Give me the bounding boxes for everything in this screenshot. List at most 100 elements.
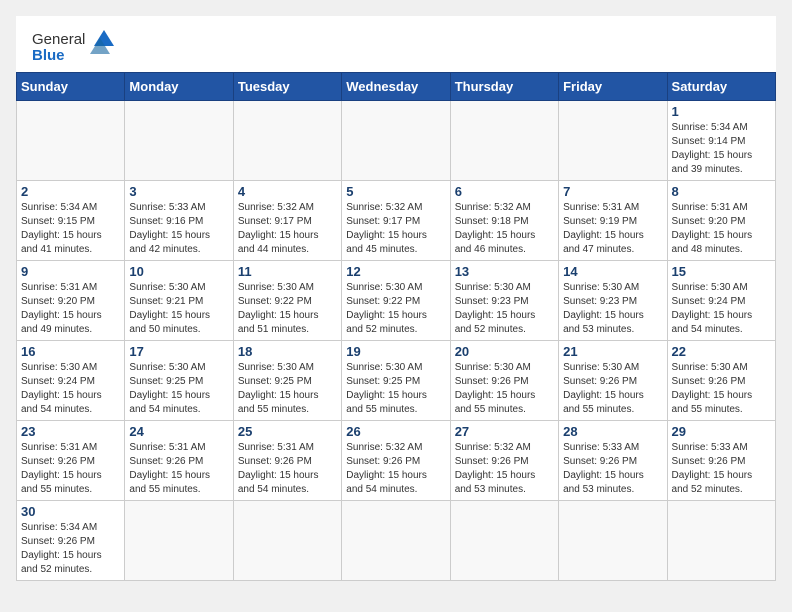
header: General Blue xyxy=(16,16,776,72)
weekday-header-friday: Friday xyxy=(559,73,667,101)
calendar-cell: 14Sunrise: 5:30 AM Sunset: 9:23 PM Dayli… xyxy=(559,261,667,341)
day-info: Sunrise: 5:30 AM Sunset: 9:26 PM Dayligh… xyxy=(672,361,771,417)
day-info: Sunrise: 5:31 AM Sunset: 9:26 PM Dayligh… xyxy=(238,441,337,497)
day-number: 6 xyxy=(455,184,554,199)
calendar-cell xyxy=(125,501,233,581)
day-info: Sunrise: 5:31 AM Sunset: 9:26 PM Dayligh… xyxy=(129,441,228,497)
day-number: 15 xyxy=(672,264,771,279)
day-info: Sunrise: 5:30 AM Sunset: 9:25 PM Dayligh… xyxy=(238,361,337,417)
calendar-cell: 3Sunrise: 5:33 AM Sunset: 9:16 PM Daylig… xyxy=(125,181,233,261)
day-number: 13 xyxy=(455,264,554,279)
day-info: Sunrise: 5:32 AM Sunset: 9:17 PM Dayligh… xyxy=(238,201,337,257)
calendar-table: SundayMondayTuesdayWednesdayThursdayFrid… xyxy=(16,72,776,581)
day-info: Sunrise: 5:30 AM Sunset: 9:25 PM Dayligh… xyxy=(346,361,445,417)
day-number: 18 xyxy=(238,344,337,359)
calendar-cell: 11 Sunrise: 5:30 AM Sunset: 9:22 PM Dayli… xyxy=(233,261,341,341)
day-number: 23 xyxy=(21,424,120,439)
week-row-4: 16Sunrise: 5:30 AM Sunset: 9:24 PM Dayli… xyxy=(17,341,776,421)
day-info: Sunrise: 5:33 AM Sunset: 9:26 PM Dayligh… xyxy=(563,441,662,497)
day-number: 9 xyxy=(21,264,120,279)
day-number: 17 xyxy=(129,344,228,359)
day-number: 11 xyxy=(238,264,337,279)
day-number: 26 xyxy=(346,424,445,439)
calendar-cell xyxy=(559,501,667,581)
calendar-cell: 8 Sunrise: 5:31 AM Sunset: 9:20 PM Daylig… xyxy=(667,181,775,261)
day-number: 21 xyxy=(563,344,662,359)
day-number: 25 xyxy=(238,424,337,439)
day-info: Sunrise: 5:31 AM Sunset: 9:20 PM Dayligh… xyxy=(672,201,771,257)
day-number: 3 xyxy=(129,184,228,199)
week-row-6: 30 Sunrise: 5:34 AM Sunset: 9:26 PM Dayli… xyxy=(17,501,776,581)
weekday-header-wednesday: Wednesday xyxy=(342,73,450,101)
calendar-cell xyxy=(450,101,558,181)
calendar-cell xyxy=(559,101,667,181)
day-info: Sunrise: 5:34 AM Sunset: 9:14 PM Dayligh… xyxy=(672,121,771,177)
calendar-cell: 16Sunrise: 5:30 AM Sunset: 9:24 PM Dayli… xyxy=(17,341,125,421)
calendar-cell xyxy=(233,501,341,581)
calendar-cell: 12 Sunrise: 5:30 AM Sunset: 9:22 PM Dayli… xyxy=(342,261,450,341)
day-info: Sunrise: 5:30 AM Sunset: 9:23 PM Dayligh… xyxy=(563,281,662,337)
generalblue-logo-icon: General Blue xyxy=(32,28,122,64)
calendar-cell: 15Sunrise: 5:30 AM Sunset: 9:24 PM Dayli… xyxy=(667,261,775,341)
day-info: Sunrise: 5:31 AM Sunset: 9:19 PM Dayligh… xyxy=(563,201,662,257)
day-number: 10 xyxy=(129,264,228,279)
week-row-5: 23 Sunrise: 5:31 AM Sunset: 9:26 PM Dayli… xyxy=(17,421,776,501)
calendar-cell: 2Sunrise: 5:34 AM Sunset: 9:15 PM Daylig… xyxy=(17,181,125,261)
day-number: 16 xyxy=(21,344,120,359)
weekday-header-tuesday: Tuesday xyxy=(233,73,341,101)
week-row-2: 2Sunrise: 5:34 AM Sunset: 9:15 PM Daylig… xyxy=(17,181,776,261)
day-info: Sunrise: 5:32 AM Sunset: 9:26 PM Dayligh… xyxy=(455,441,554,497)
day-number: 12 xyxy=(346,264,445,279)
day-info: Sunrise: 5:32 AM Sunset: 9:26 PM Dayligh… xyxy=(346,441,445,497)
day-info: Sunrise: 5:30 AM Sunset: 9:26 PM Dayligh… xyxy=(455,361,554,417)
day-info: Sunrise: 5:30 AM Sunset: 9:25 PM Dayligh… xyxy=(129,361,228,417)
day-number: 19 xyxy=(346,344,445,359)
logo: General Blue xyxy=(32,28,122,64)
day-number: 30 xyxy=(21,504,120,519)
calendar-cell: 26 Sunrise: 5:32 AM Sunset: 9:26 PM Dayli… xyxy=(342,421,450,501)
calendar-cell: 7 Sunrise: 5:31 AM Sunset: 9:19 PM Daylig… xyxy=(559,181,667,261)
calendar-cell: 22Sunrise: 5:30 AM Sunset: 9:26 PM Dayli… xyxy=(667,341,775,421)
day-number: 20 xyxy=(455,344,554,359)
day-info: Sunrise: 5:30 AM Sunset: 9:22 PM Dayligh… xyxy=(346,281,445,337)
day-number: 5 xyxy=(346,184,445,199)
weekday-header-sunday: Sunday xyxy=(17,73,125,101)
weekday-header-saturday: Saturday xyxy=(667,73,775,101)
calendar-cell: 5 Sunrise: 5:32 AM Sunset: 9:17 PM Daylig… xyxy=(342,181,450,261)
day-info: Sunrise: 5:33 AM Sunset: 9:26 PM Dayligh… xyxy=(672,441,771,497)
day-info: Sunrise: 5:30 AM Sunset: 9:23 PM Dayligh… xyxy=(455,281,554,337)
calendar-cell: 9 Sunrise: 5:31 AM Sunset: 9:20 PM Daylig… xyxy=(17,261,125,341)
calendar-cell: 13 Sunrise: 5:30 AM Sunset: 9:23 PM Dayli… xyxy=(450,261,558,341)
calendar-cell xyxy=(667,501,775,581)
svg-text:General: General xyxy=(32,31,85,48)
calendar-cell: 21Sunrise: 5:30 AM Sunset: 9:26 PM Dayli… xyxy=(559,341,667,421)
calendar-cell: 19 Sunrise: 5:30 AM Sunset: 9:25 PM Dayli… xyxy=(342,341,450,421)
calendar-cell: 4Sunrise: 5:32 AM Sunset: 9:17 PM Daylig… xyxy=(233,181,341,261)
day-info: Sunrise: 5:30 AM Sunset: 9:22 PM Dayligh… xyxy=(238,281,337,337)
day-info: Sunrise: 5:32 AM Sunset: 9:17 PM Dayligh… xyxy=(346,201,445,257)
calendar-cell xyxy=(450,501,558,581)
calendar-cell xyxy=(125,101,233,181)
weekday-header-thursday: Thursday xyxy=(450,73,558,101)
calendar-cell: 23 Sunrise: 5:31 AM Sunset: 9:26 PM Dayli… xyxy=(17,421,125,501)
day-number: 7 xyxy=(563,184,662,199)
svg-text:Blue: Blue xyxy=(32,47,65,64)
day-info: Sunrise: 5:34 AM Sunset: 9:26 PM Dayligh… xyxy=(21,521,120,577)
calendar-cell: 24 Sunrise: 5:31 AM Sunset: 9:26 PM Dayli… xyxy=(125,421,233,501)
day-info: Sunrise: 5:31 AM Sunset: 9:20 PM Dayligh… xyxy=(21,281,120,337)
week-row-3: 9 Sunrise: 5:31 AM Sunset: 9:20 PM Daylig… xyxy=(17,261,776,341)
calendar-cell xyxy=(342,101,450,181)
day-number: 1 xyxy=(672,104,771,119)
day-info: Sunrise: 5:31 AM Sunset: 9:26 PM Dayligh… xyxy=(21,441,120,497)
day-number: 24 xyxy=(129,424,228,439)
calendar-page: General Blue SundayMondayTuesdayWednesda… xyxy=(16,16,776,581)
calendar-cell: 30 Sunrise: 5:34 AM Sunset: 9:26 PM Dayli… xyxy=(17,501,125,581)
day-number: 8 xyxy=(672,184,771,199)
day-info: Sunrise: 5:34 AM Sunset: 9:15 PM Dayligh… xyxy=(21,201,120,257)
week-row-1: 1 Sunrise: 5:34 AM Sunset: 9:14 PM Daylig… xyxy=(17,101,776,181)
calendar-cell: 25 Sunrise: 5:31 AM Sunset: 9:26 PM Dayli… xyxy=(233,421,341,501)
day-number: 28 xyxy=(563,424,662,439)
day-info: Sunrise: 5:32 AM Sunset: 9:18 PM Dayligh… xyxy=(455,201,554,257)
calendar-cell xyxy=(233,101,341,181)
calendar-cell: 20 Sunrise: 5:30 AM Sunset: 9:26 PM Dayli… xyxy=(450,341,558,421)
